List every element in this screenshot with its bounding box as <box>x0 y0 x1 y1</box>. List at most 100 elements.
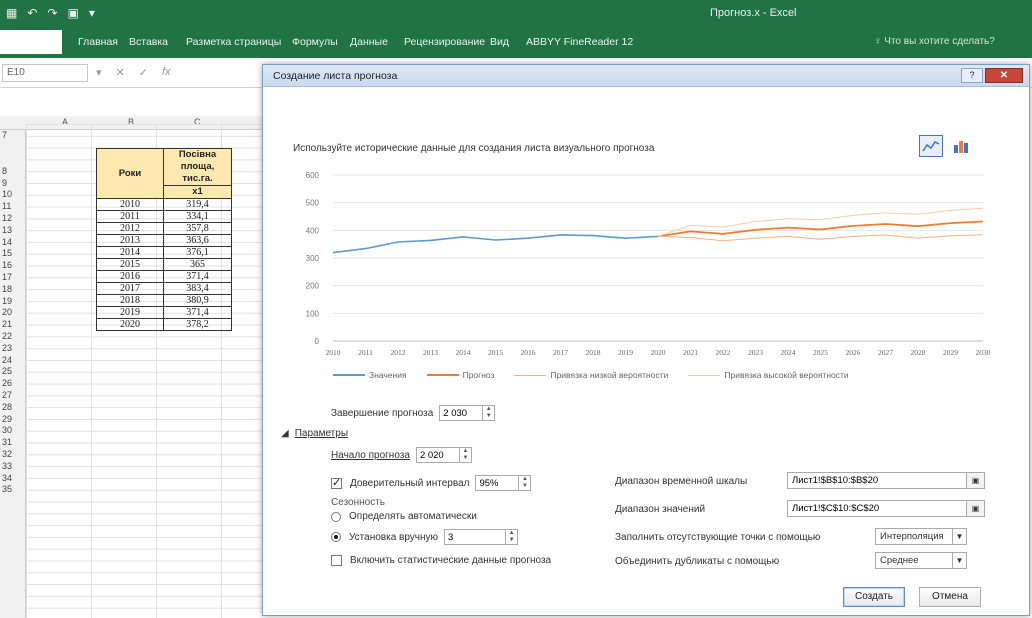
forecast-start-spin-arrows[interactable]: ▲ ▼ <box>459 447 472 463</box>
dialog-titlebar[interactable]: Создание листа прогноза ? ✕ <box>263 65 1029 87</box>
create-button[interactable]: Создать <box>843 587 905 607</box>
value-cell[interactable]: 319,4 <box>163 198 232 211</box>
line-chart-button[interactable] <box>919 135 943 157</box>
season-manual-spin-arrows[interactable]: ▲ ▼ <box>506 529 519 545</box>
worksheet-grid[interactable]: A B C 7 8 9 10 11 12 13 14 15 16 17 18 19 20 21 22 23 24 2… <box>0 88 262 618</box>
header-area[interactable]: Посівна площа, тис.га. <box>163 148 232 186</box>
tab-abbyy[interactable]: ABBYY FineReader 12 <box>526 36 633 48</box>
value-cell[interactable]: 380,9 <box>163 294 232 307</box>
row-header-cell[interactable]: 33 <box>2 461 12 471</box>
header-years[interactable]: Роки <box>96 148 164 199</box>
values-range-picker-icon[interactable]: ▣ <box>967 500 985 517</box>
row-header-cell[interactable]: 26 <box>2 378 12 388</box>
value-cell[interactable]: 376,1 <box>163 246 232 259</box>
tab-formulas[interactable]: Формулы <box>292 36 338 48</box>
row-header-cell[interactable]: 15 <box>2 248 12 258</box>
cancel-formula-icon[interactable]: ✕ <box>116 66 125 79</box>
row-header-cell[interactable]: 18 <box>2 284 12 294</box>
row-header-cell[interactable]: 9 <box>2 178 7 188</box>
value-cell[interactable]: 383,4 <box>163 282 232 295</box>
enter-formula-icon[interactable]: ✓ <box>139 66 148 79</box>
value-cell[interactable]: 363,6 <box>163 234 232 247</box>
undo-icon[interactable]: ↶ <box>27 6 37 20</box>
tab-page-layout[interactable]: Разметка страницы <box>186 36 281 48</box>
cancel-button[interactable]: Отмена <box>919 587 981 607</box>
value-cell[interactable]: 357,8 <box>163 222 232 235</box>
row-header-cell[interactable]: 21 <box>2 319 12 329</box>
row-header-cell[interactable]: 14 <box>2 237 12 247</box>
year-cell[interactable]: 2015 <box>96 258 164 271</box>
value-cell[interactable]: 378,2 <box>163 318 232 331</box>
help-button[interactable]: ? <box>961 68 983 83</box>
confidence-spin-arrows[interactable]: ▲ ▼ <box>519 475 532 491</box>
row-header-cell[interactable]: 12 <box>2 213 12 223</box>
aggregate-dropdown-icon[interactable]: ▼ <box>953 552 967 569</box>
forecast-end-spin-arrows[interactable]: ▲ ▼ <box>483 405 496 421</box>
year-cell[interactable]: 2019 <box>96 306 164 319</box>
redo-icon[interactable]: ↷ <box>47 6 57 20</box>
name-box-dropdown-icon[interactable]: ▾ <box>96 66 102 79</box>
row-header-cell[interactable]: 31 <box>2 437 12 447</box>
name-box[interactable]: E10 <box>2 64 88 82</box>
header-x1[interactable]: x1 <box>163 185 232 199</box>
values-range-input[interactable] <box>787 500 967 517</box>
row-header-cell[interactable]: 32 <box>2 449 12 459</box>
tell-me-search[interactable]: ♀ Что вы хотите сделать? <box>874 36 995 47</box>
row-header-cell[interactable]: 34 <box>2 473 12 483</box>
params-toggle[interactable]: ◢ Параметры <box>281 428 348 439</box>
year-cell[interactable]: 2016 <box>96 270 164 283</box>
tab-data[interactable]: Данные <box>350 36 388 48</box>
fill-missing-select[interactable]: Интерполяция ▼ <box>875 528 967 545</box>
row-header-cell[interactable]: 8 <box>2 166 7 176</box>
aggregate-select[interactable]: Среднее ▼ <box>875 552 967 569</box>
year-cell[interactable]: 2014 <box>96 246 164 259</box>
row-header-cell[interactable]: 29 <box>2 414 12 424</box>
row-header-cell[interactable]: 22 <box>2 331 12 341</box>
year-cell[interactable]: 2018 <box>96 294 164 307</box>
tab-review[interactable]: Рецензирование <box>404 36 485 48</box>
include-stats-checkbox[interactable] <box>331 555 342 566</box>
row-header-cell[interactable]: 28 <box>2 402 12 412</box>
fx-icon[interactable]: fx <box>162 66 171 79</box>
row-header-cell[interactable]: 23 <box>2 343 12 353</box>
year-cell[interactable]: 2010 <box>96 198 164 211</box>
save-icon[interactable]: ▦ <box>6 6 17 20</box>
forecast-end-input[interactable] <box>439 405 484 421</box>
year-cell[interactable]: 2017 <box>96 282 164 295</box>
year-cell[interactable]: 2020 <box>96 318 164 331</box>
close-button[interactable]: ✕ <box>985 68 1023 83</box>
confidence-input[interactable] <box>475 475 520 491</box>
row-header-cell[interactable]: 20 <box>2 307 12 317</box>
customize-qat-icon[interactable]: ▾ <box>89 6 95 20</box>
season-manual-radio[interactable] <box>331 532 341 542</box>
tab-insert[interactable]: Вставка <box>129 36 168 48</box>
year-cell[interactable]: 2011 <box>96 210 164 223</box>
row-header-cell[interactable]: 35 <box>2 484 12 494</box>
confidence-checkbox[interactable] <box>331 476 342 489</box>
row-header-cell[interactable]: 7 <box>2 130 7 140</box>
fill-missing-dropdown-icon[interactable]: ▼ <box>953 528 967 545</box>
tab-home[interactable]: Главная <box>78 36 118 48</box>
column-chart-button[interactable] <box>949 135 973 157</box>
row-header-cell[interactable]: 30 <box>2 425 12 435</box>
value-cell[interactable]: 334,1 <box>163 210 232 223</box>
row-header-cell[interactable]: 11 <box>2 201 11 211</box>
row-header-cell[interactable]: 17 <box>2 272 12 282</box>
row-header-cell[interactable]: 25 <box>2 366 12 376</box>
season-manual-input[interactable] <box>444 529 507 545</box>
row-header-cell[interactable]: 10 <box>2 189 12 199</box>
forecast-start-input[interactable] <box>415 447 460 463</box>
row-header-cell[interactable]: 27 <box>2 390 12 400</box>
file-tab[interactable] <box>0 30 62 54</box>
tab-view[interactable]: Вид <box>490 36 509 48</box>
row-header-cell[interactable]: 24 <box>2 355 12 365</box>
year-cell[interactable]: 2013 <box>96 234 164 247</box>
season-auto-radio[interactable] <box>331 511 341 522</box>
timeline-range-input[interactable] <box>787 472 967 489</box>
row-header-cell[interactable]: 13 <box>2 225 12 235</box>
screen-icon[interactable]: ▣ <box>67 6 78 20</box>
row-header-cell[interactable]: 19 <box>2 296 12 306</box>
value-cell[interactable]: 365 <box>163 258 232 271</box>
timeline-range-picker-icon[interactable]: ▣ <box>967 472 985 489</box>
row-header-cell[interactable]: 16 <box>2 260 12 270</box>
